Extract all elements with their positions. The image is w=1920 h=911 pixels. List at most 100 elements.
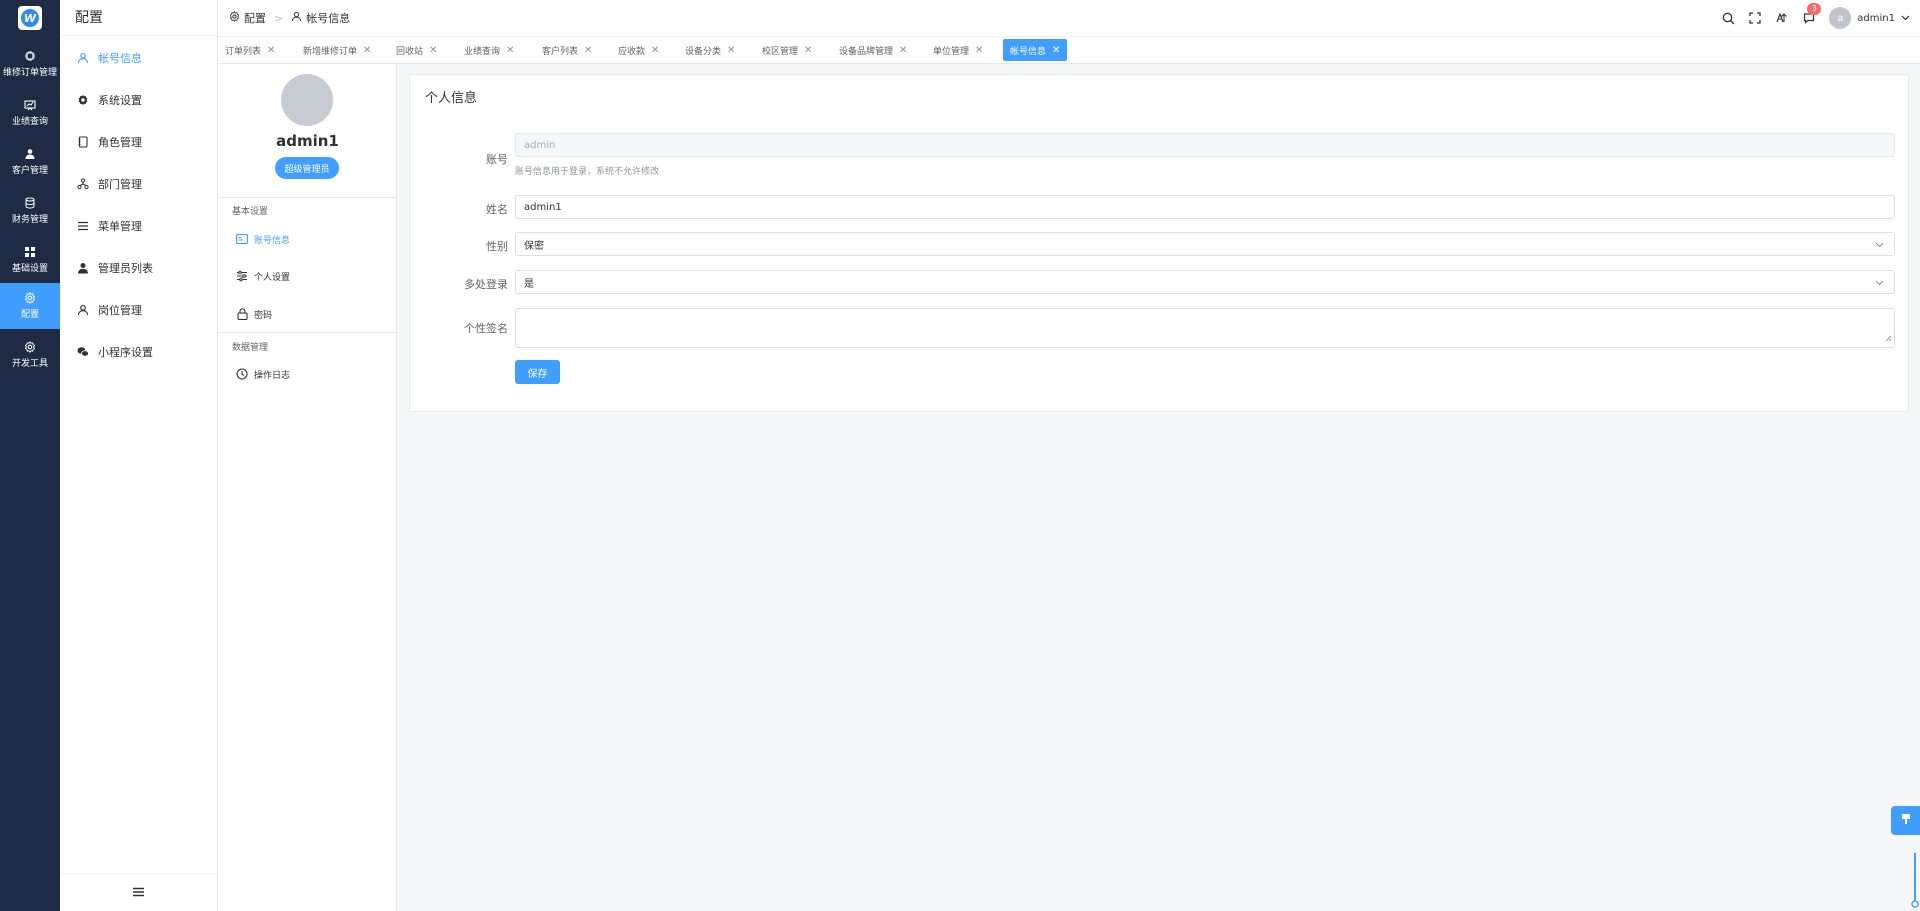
menu-item-label: 管理员列表 xyxy=(98,262,153,275)
tab-campus-management[interactable]: 校区管理 ✕ xyxy=(755,39,819,61)
menu-item-account-info[interactable]: 帐号信息 xyxy=(60,37,217,79)
menu-item-miniprogram-settings[interactable]: 小程序设置 xyxy=(60,331,217,373)
account-label: 账号 xyxy=(486,153,508,166)
tab-recycle-bin[interactable]: 回收站 ✕ xyxy=(389,39,444,61)
menu-item-label: 菜单管理 xyxy=(98,220,142,233)
breadcrumb-item-current: 帐号信息 xyxy=(306,12,351,25)
config-menu: 配置 帐号信息 系统设置 角色管理 部门管理 菜单管理 管理员列表 岗位管理 小… xyxy=(60,0,218,911)
resize-grip-icon[interactable] xyxy=(1885,331,1892,345)
menu-item-position-management[interactable]: 岗位管理 xyxy=(60,289,217,331)
tab-label: 应收款 xyxy=(618,46,646,57)
app-logo[interactable]: W xyxy=(18,6,42,30)
tab-label: 帐号信息 xyxy=(1010,46,1047,57)
menu-collapse-button[interactable] xyxy=(60,873,217,911)
close-icon[interactable]: ✕ xyxy=(651,45,659,56)
tab-brand-management[interactable]: 设备品牌管理 ✕ xyxy=(832,39,914,61)
close-icon[interactable]: ✕ xyxy=(975,45,983,56)
rail-item-repair-orders[interactable]: 维修订单管理 xyxy=(0,41,60,87)
id-card-icon xyxy=(236,233,248,245)
menu-item-label: 帐号信息 xyxy=(98,52,142,65)
tab-label: 设备品牌管理 xyxy=(839,46,894,57)
name-input[interactable]: admin1 xyxy=(515,195,1895,219)
profile-nav-label: 个人设置 xyxy=(254,272,291,283)
chevron-down-icon xyxy=(1901,13,1910,24)
fullscreen-icon[interactable] xyxy=(1748,11,1762,25)
profile-nav-password[interactable]: 密码 xyxy=(236,304,272,324)
header-actions: 3 a admin1 xyxy=(1721,0,1920,36)
breadcrumb: 配置 > 帐号信息 xyxy=(229,0,350,36)
multi-login-select[interactable]: 是 xyxy=(515,270,1895,294)
rail-item-finance[interactable]: 财务管理 xyxy=(0,188,60,234)
name-label: 姓名 xyxy=(486,203,508,216)
close-icon[interactable]: ✕ xyxy=(363,45,371,56)
close-icon[interactable]: ✕ xyxy=(1052,45,1060,56)
signature-textarea[interactable] xyxy=(515,308,1895,348)
menu-item-menu-management[interactable]: 菜单管理 xyxy=(60,205,217,247)
name-value: admin1 xyxy=(524,201,562,213)
rail-item-customers[interactable]: 客户管理 xyxy=(0,139,60,185)
rail-item-label: 业绩查询 xyxy=(11,117,48,127)
rail-item-label: 基础设置 xyxy=(11,264,48,274)
font-size-icon[interactable] xyxy=(1775,11,1789,25)
menu-item-admin-list[interactable]: 管理员列表 xyxy=(60,247,217,289)
profile-nav-personal[interactable]: 个人设置 xyxy=(236,266,290,286)
gear-icon xyxy=(77,94,89,106)
tab-performance[interactable]: 业绩查询 ✕ xyxy=(457,39,521,61)
breadcrumb-item[interactable]: 配置 xyxy=(244,10,266,26)
gender-value: 保密 xyxy=(524,240,544,252)
float-slider-handle[interactable] xyxy=(1911,851,1919,909)
close-icon[interactable]: ✕ xyxy=(804,45,812,56)
tab-label: 单位管理 xyxy=(933,46,970,57)
close-icon[interactable]: ✕ xyxy=(267,45,275,56)
user-outline-icon xyxy=(77,304,89,316)
menu-item-role-management[interactable]: 角色管理 xyxy=(60,121,217,163)
rail-item-label: 开发工具 xyxy=(11,359,48,369)
rail-item-dev-tools[interactable]: 开发工具 xyxy=(0,332,60,378)
tab-order-list[interactable]: 订单列表 ✕ xyxy=(218,39,282,61)
profile-nav-account[interactable]: 账号信息 xyxy=(236,229,290,249)
user-menu[interactable]: a admin1 xyxy=(1829,7,1910,29)
close-icon[interactable]: ✕ xyxy=(429,45,437,56)
rail-item-label: 客户管理 xyxy=(11,166,48,176)
chevron-down-icon xyxy=(1875,240,1884,251)
avatar: a xyxy=(1829,7,1852,29)
close-icon[interactable]: ✕ xyxy=(899,45,907,56)
close-icon[interactable]: ✕ xyxy=(727,45,735,56)
tab-label: 客户列表 xyxy=(542,46,579,57)
menu-item-department-management[interactable]: 部门管理 xyxy=(60,163,217,205)
profile-avatar[interactable] xyxy=(281,74,333,126)
signature-label: 个性签名 xyxy=(464,322,508,335)
search-icon[interactable] xyxy=(1721,11,1735,25)
clock-icon xyxy=(236,368,248,380)
role-badge: 超级管理员 xyxy=(275,157,339,179)
grid-icon xyxy=(24,246,36,258)
rail-item-basic-settings[interactable]: 基础设置 xyxy=(0,237,60,283)
tab-label: 校区管理 xyxy=(762,46,799,57)
tab-device-category[interactable]: 设备分类 ✕ xyxy=(678,39,742,61)
rail-item-config[interactable]: 配置 xyxy=(0,283,60,329)
tab-customer-list[interactable]: 客户列表 ✕ xyxy=(535,39,599,61)
save-button[interactable]: 保存 xyxy=(515,360,560,384)
tab-receivables[interactable]: 应收款 ✕ xyxy=(611,39,666,61)
tab-account-info[interactable]: 帐号信息 ✕ xyxy=(1003,39,1068,61)
menu-item-system-settings[interactable]: 系统设置 xyxy=(60,79,217,121)
tab-unit-management[interactable]: 单位管理 ✕ xyxy=(926,39,990,61)
user-outline-icon xyxy=(77,52,89,64)
notebook-icon xyxy=(77,136,89,148)
user-solid-icon xyxy=(77,262,89,274)
multi-login-label: 多处登录 xyxy=(464,278,508,291)
group-basic-settings: 基本设置 xyxy=(232,207,269,217)
group-data-management: 数据管理 xyxy=(232,343,269,353)
gender-select[interactable]: 保密 xyxy=(515,232,1895,256)
rail-item-performance[interactable]: 业绩查询 xyxy=(0,90,60,136)
message-icon[interactable]: 3 xyxy=(1802,3,1822,25)
close-icon[interactable]: ✕ xyxy=(506,45,514,56)
float-settings-button[interactable] xyxy=(1891,806,1920,835)
menu-title: 配置 xyxy=(60,0,217,36)
gear-icon xyxy=(24,292,36,304)
personal-info-card: 个人信息 账号 admin 账号信息用于登录，系统不允许修改 姓名 admin1… xyxy=(409,74,1909,412)
tab-new-repair-order[interactable]: 新增维修订单 ✕ xyxy=(296,39,378,61)
close-icon[interactable]: ✕ xyxy=(584,45,592,56)
profile-nav-oplog[interactable]: 操作日志 xyxy=(236,364,290,384)
profile-nav-label: 密码 xyxy=(254,310,273,321)
